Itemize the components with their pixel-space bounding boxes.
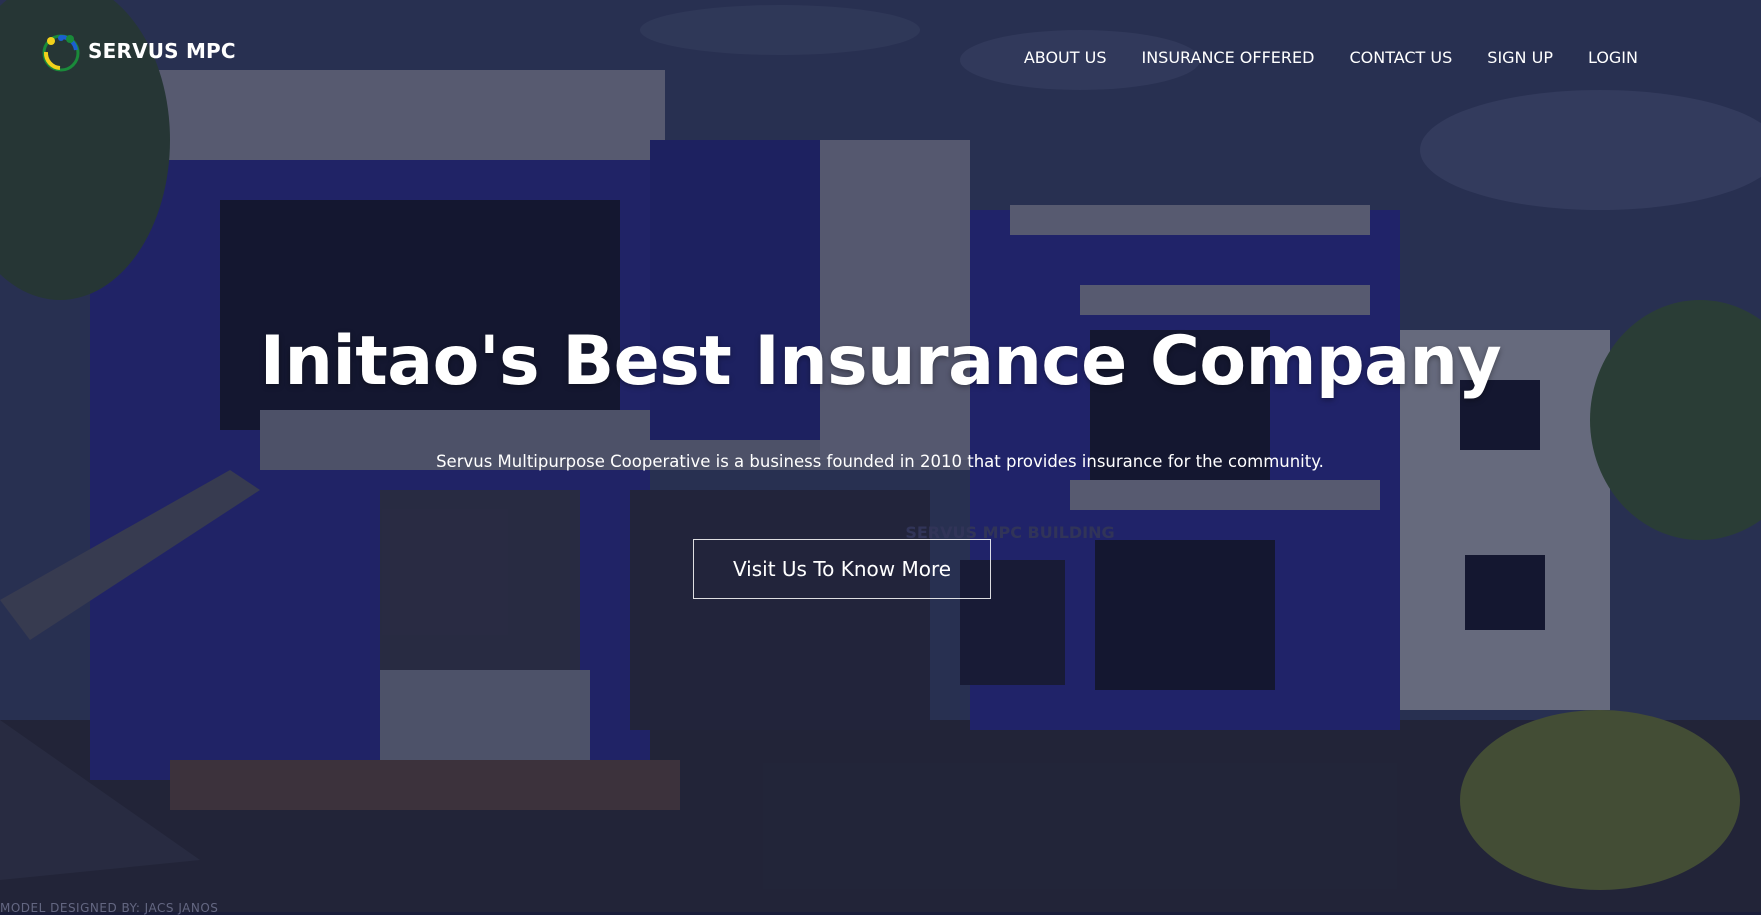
hero-title: Initao's Best Insurance Company	[259, 322, 1502, 401]
top-navigation-bar: SERVUS MPC ABOUT US INSURANCE OFFERED CO…	[0, 0, 1761, 110]
hero-subtitle: Servus Multipurpose Cooperative is a bus…	[436, 452, 1324, 471]
nav-link-contact-us[interactable]: CONTACT US	[1349, 48, 1452, 67]
main-nav: ABOUT US INSURANCE OFFERED CONTACT US SI…	[1024, 48, 1638, 67]
nav-link-insurance-offered[interactable]: INSURANCE OFFERED	[1141, 48, 1314, 67]
nav-link-about-us[interactable]: ABOUT US	[1024, 48, 1107, 67]
people-circle-logo-icon	[42, 34, 80, 72]
nav-link-sign-up[interactable]: SIGN UP	[1487, 48, 1553, 67]
visit-us-button[interactable]: Visit Us To Know More	[693, 539, 991, 599]
model-credit: MODEL DESIGNED BY: JACS JANOS	[0, 901, 219, 915]
brand-name: SERVUS MPC	[88, 39, 236, 63]
nav-link-login[interactable]: LOGIN	[1588, 48, 1638, 67]
brand[interactable]: SERVUS MPC	[40, 30, 236, 72]
